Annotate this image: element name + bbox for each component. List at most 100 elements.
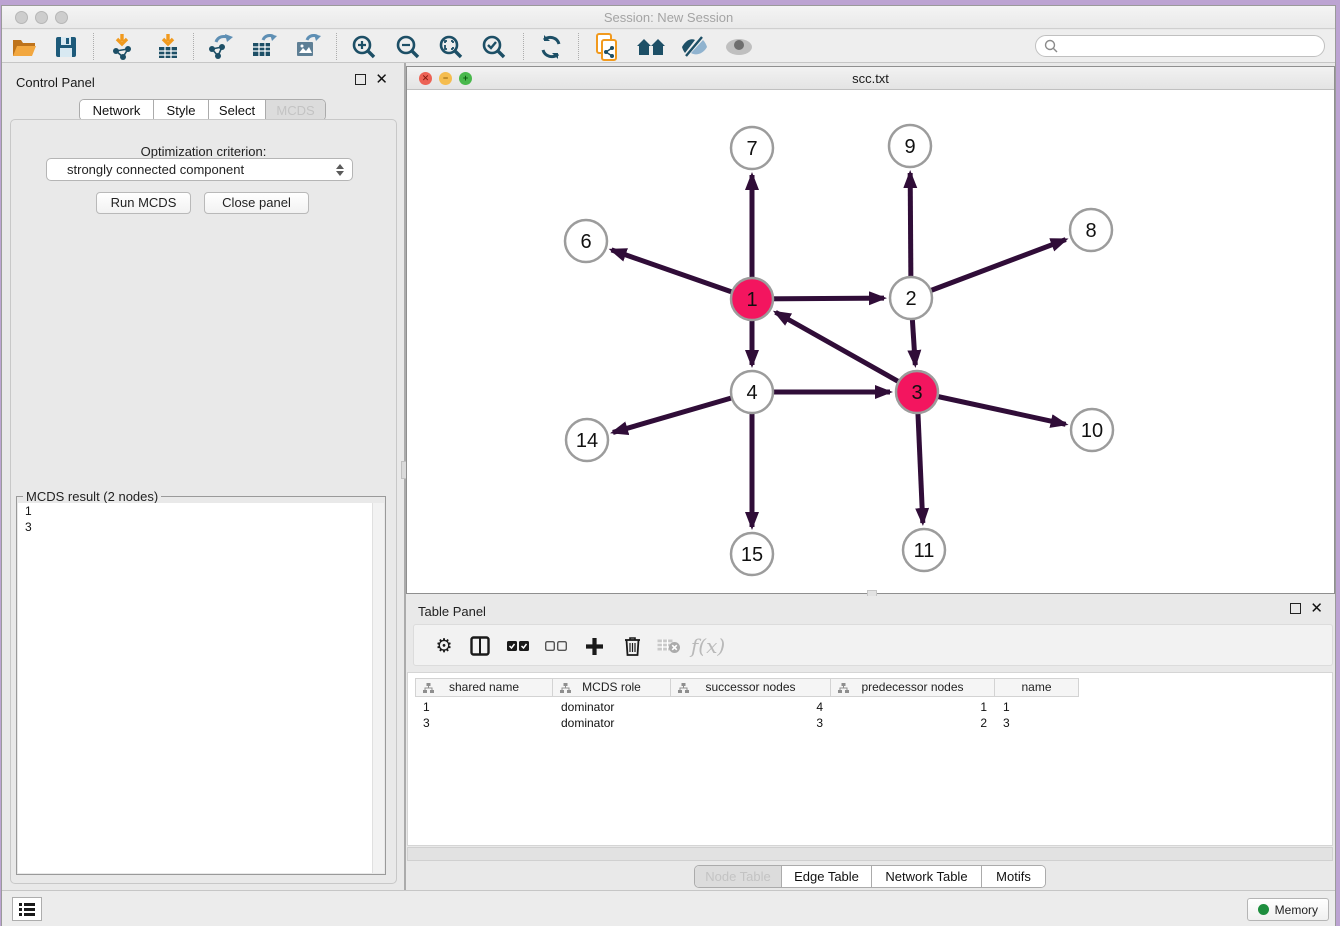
tab-mcds[interactable]: MCDS [266, 100, 325, 120]
column-header-name[interactable]: name [995, 678, 1079, 697]
close-table-panel-icon[interactable]: ✕ [1310, 603, 1323, 614]
cell-successor-nodes: 4 [671, 699, 831, 715]
hide-selected-icon[interactable] [676, 32, 712, 61]
close-panel-icon[interactable]: ✕ [375, 74, 388, 85]
open-file-icon[interactable] [6, 32, 42, 61]
graph-edge-3-1[interactable] [776, 312, 917, 392]
graph-node-label-3: 3 [911, 382, 922, 404]
shared-column-icon [678, 683, 689, 694]
search-input[interactable] [1035, 35, 1325, 57]
title-bar: Session: New Session [2, 6, 1335, 29]
split-columns-icon[interactable] [464, 632, 496, 660]
app-window: Session: New Session [1, 5, 1336, 926]
tab-edge-table[interactable]: Edge Table [782, 866, 872, 887]
import-table-icon[interactable] [150, 32, 186, 61]
task-history-button[interactable] [12, 897, 42, 921]
graph-node-label-9: 9 [904, 136, 915, 158]
graph-node-label-1: 1 [746, 289, 757, 311]
function-builder-icon[interactable]: f(x) [692, 632, 724, 660]
zoom-fit-icon[interactable] [433, 32, 469, 61]
mcds-result-title: MCDS result (2 nodes) [23, 489, 161, 504]
control-panel-title: Control Panel [16, 75, 95, 90]
cell-predecessor-nodes: 1 [831, 699, 995, 715]
refresh-view-icon[interactable] [533, 32, 569, 61]
import-network-icon[interactable] [104, 32, 140, 61]
network-window-titlebar: ✕ − + scc.txt [407, 67, 1334, 90]
save-session-icon[interactable] [48, 32, 84, 61]
table-panel: Table Panel ✕ ⚙ f(x) [406, 596, 1335, 890]
column-header-successor-nodes[interactable]: successor nodes [671, 678, 831, 697]
run-mcds-button[interactable]: Run MCDS [96, 192, 191, 214]
close-panel-button[interactable]: Close panel [204, 192, 309, 214]
criterion-value: strongly connected component [67, 162, 244, 177]
graph-node-label-10: 10 [1081, 420, 1103, 442]
cell-successor-nodes: 3 [671, 715, 831, 731]
select-all-checkboxes-icon[interactable] [502, 632, 534, 660]
shared-column-icon [560, 683, 571, 694]
delete-column-icon[interactable] [616, 632, 648, 660]
zoom-in-icon[interactable] [346, 32, 382, 61]
first-neighbors-icon[interactable] [633, 32, 669, 61]
table-hscrollbar[interactable] [407, 847, 1333, 861]
delete-table-icon[interactable] [653, 632, 685, 660]
table-toolbar: ⚙ f(x) [413, 624, 1333, 666]
shared-column-icon [423, 683, 434, 694]
table-panel-title: Table Panel [418, 604, 486, 619]
export-image-icon[interactable] [290, 32, 326, 61]
show-eye-icon[interactable] [721, 32, 757, 61]
cell-shared-name: 1 [415, 699, 553, 715]
mcds-result-box: MCDS result (2 nodes) 1 3 [16, 496, 386, 875]
status-bar: Memory [2, 890, 1335, 926]
control-panel-tabs: Network Style Select MCDS [79, 99, 326, 121]
tab-motifs[interactable]: Motifs [982, 866, 1045, 887]
toolbar-separator [193, 33, 194, 60]
column-header-mcds-role[interactable]: MCDS role [553, 678, 671, 697]
column-header-predecessor-nodes[interactable]: predecessor nodes [831, 678, 995, 697]
share-document-icon[interactable] [589, 32, 625, 61]
tab-network-table[interactable]: Network Table [872, 866, 982, 887]
export-network-icon[interactable] [202, 32, 238, 61]
memory-button[interactable]: Memory [1247, 898, 1329, 921]
graph-node-label-2: 2 [905, 288, 916, 310]
shared-column-icon [838, 683, 849, 694]
graph-node-label-11: 11 [914, 540, 935, 562]
network-canvas-svg: 1234678910111415 [407, 90, 1334, 594]
tab-style[interactable]: Style [154, 100, 209, 120]
cell-shared-name: 3 [415, 715, 553, 731]
deselect-checkboxes-icon[interactable] [540, 632, 572, 660]
add-column-icon[interactable] [578, 632, 610, 660]
graph-edge-1-6[interactable] [611, 250, 752, 299]
zoom-out-icon[interactable] [390, 32, 426, 61]
mcds-result-list[interactable]: 1 3 [18, 503, 384, 873]
table-row[interactable]: 3 dominator 3 2 3 [415, 715, 1079, 731]
column-header-shared-name[interactable]: shared name [415, 678, 553, 697]
criterion-select[interactable]: strongly connected component [46, 158, 353, 181]
table-header-row: shared name MCDS role successor nodes pr… [415, 678, 1079, 697]
graph-edge-2-8[interactable] [911, 240, 1066, 298]
graph-node-label-7: 7 [746, 138, 757, 160]
network-window-title: scc.txt [407, 71, 1334, 86]
graph-edge-3-10[interactable] [917, 392, 1066, 424]
tab-select[interactable]: Select [209, 100, 266, 120]
control-panel: Control Panel ✕ Network Style Select MCD… [2, 63, 402, 890]
zoom-selected-icon[interactable] [476, 32, 512, 61]
cell-predecessor-nodes: 2 [831, 715, 995, 731]
tab-node-table[interactable]: Node Table [695, 866, 782, 887]
toolbar-separator [523, 33, 524, 60]
cell-mcds-role: dominator [553, 699, 671, 715]
node-table: shared name MCDS role successor nodes pr… [407, 672, 1333, 846]
network-canvas[interactable]: 1234678910111415 [407, 90, 1334, 593]
table-row[interactable]: 1 dominator 4 1 1 [415, 699, 1079, 715]
window-title: Session: New Session [2, 10, 1335, 25]
graph-node-label-8: 8 [1085, 220, 1096, 242]
float-panel-icon[interactable] [355, 74, 366, 85]
float-table-panel-icon[interactable] [1290, 603, 1301, 614]
export-table-icon[interactable] [246, 32, 282, 61]
result-scrollbar[interactable] [372, 503, 384, 873]
cell-name: 3 [995, 715, 1079, 731]
result-line: 3 [18, 519, 384, 535]
tab-network[interactable]: Network [80, 100, 154, 120]
gear-icon[interactable]: ⚙ [428, 632, 460, 660]
memory-status-icon [1258, 904, 1269, 915]
toolbar-separator [578, 33, 579, 60]
